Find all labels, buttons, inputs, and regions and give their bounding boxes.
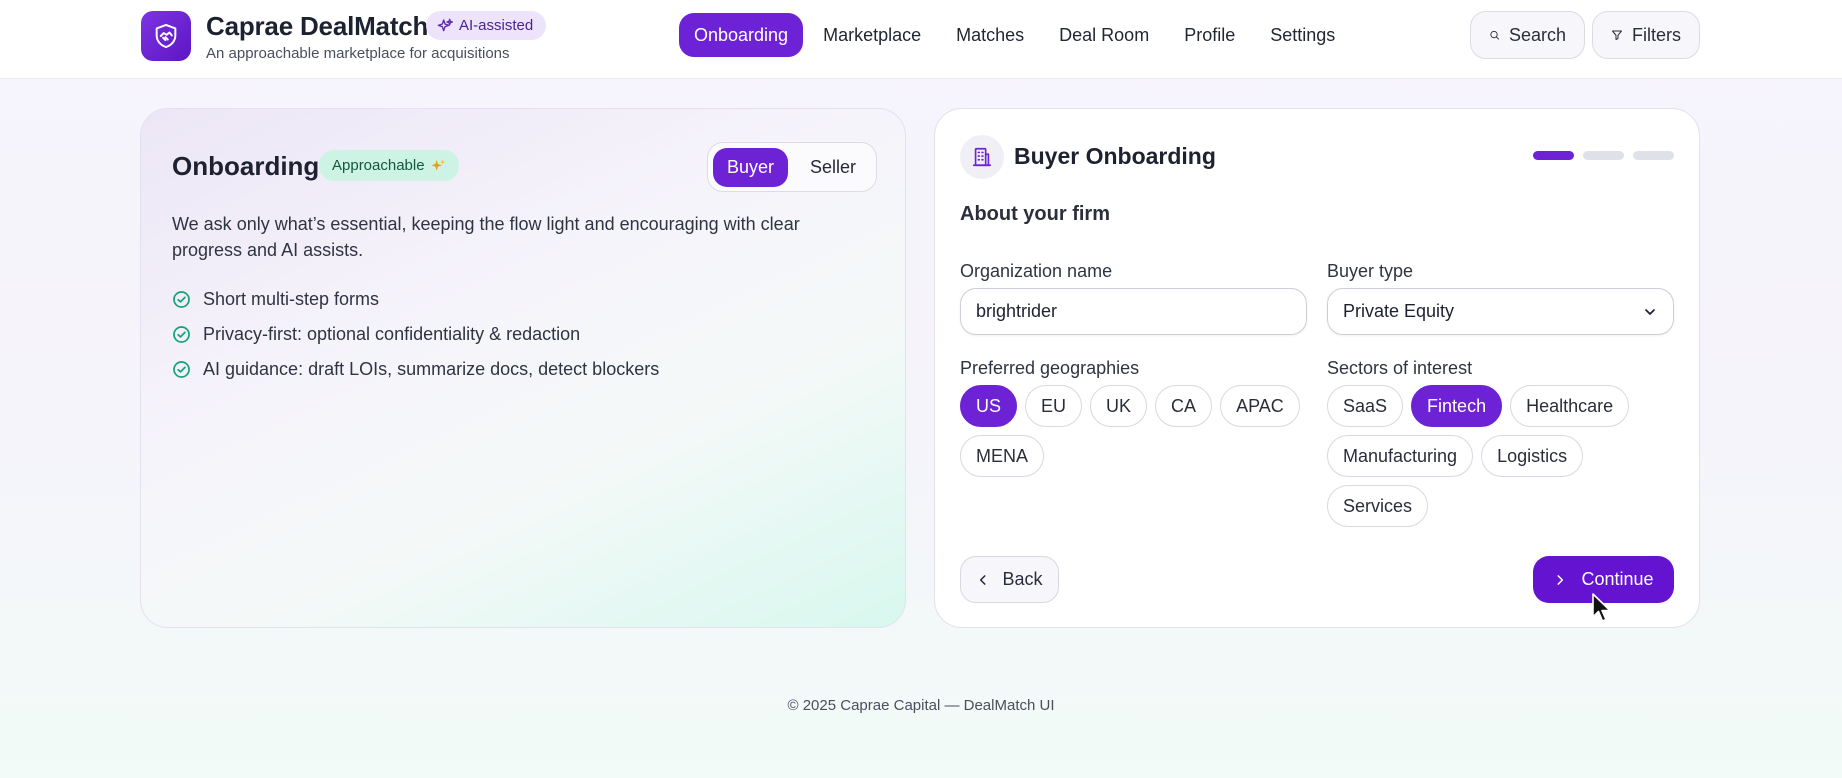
footer: © 2025 Caprae Capital — DealMatch UI (787, 697, 1055, 714)
step-indicator-2 (1583, 151, 1624, 160)
app-logo[interactable] (141, 11, 191, 61)
back-button[interactable]: Back (960, 556, 1059, 603)
check-circle-icon (173, 291, 190, 308)
nav-deal-room[interactable]: Deal Room (1044, 13, 1164, 57)
feature-text: Short multi-step forms (203, 289, 380, 309)
geo-chip-ca[interactable]: CA (1155, 385, 1213, 427)
nav-onboarding[interactable]: Onboarding (679, 13, 804, 57)
handshake-shield-icon (155, 23, 177, 49)
intro-description: We ask only what’s essential, keeping th… (172, 214, 800, 260)
sparkles-icon (437, 18, 453, 31)
filters-label: Filters (1632, 24, 1681, 45)
list-item: AI guidance: draft LOIs, summarize docs,… (172, 352, 659, 387)
ai-assisted-badge: AI-assisted (426, 11, 547, 40)
check-circle-icon (173, 326, 190, 343)
nav-profile[interactable]: Profile (1169, 13, 1250, 57)
role-buyer-button[interactable]: Buyer (713, 148, 788, 187)
sector-chip-manufacturing[interactable]: Manufacturing (1327, 435, 1474, 477)
sector-chip-fintech[interactable]: Fintech (1411, 385, 1503, 427)
main-nav: Onboarding Marketplace Matches Deal Room… (679, 13, 1355, 57)
buyer-onboarding-form: Buyer Onboarding About your firm Organiz… (934, 108, 1700, 628)
brand-title: Caprae DealMatch (206, 11, 429, 41)
nav-settings[interactable]: Settings (1255, 13, 1350, 57)
step-indicator-1 (1533, 151, 1574, 160)
brand-subtitle: An approachable marketplace for acquisit… (206, 45, 510, 62)
geography-chips: US EU UK CA APAC MENA (960, 385, 1310, 477)
filters-button[interactable]: Filters (1592, 11, 1700, 59)
feature-list: Short multi-step forms Privacy-first: op… (172, 282, 659, 387)
form-title: Buyer Onboarding (1014, 143, 1216, 169)
feature-text: Privacy-first: optional confidentiality … (203, 324, 581, 344)
chevron-left-icon (980, 574, 986, 585)
geo-chip-mena[interactable]: MENA (960, 435, 1045, 477)
filter-icon (1612, 30, 1622, 40)
nav-matches[interactable]: Matches (941, 13, 1039, 57)
sectors-label: Sectors of interest (1327, 358, 1473, 378)
list-item: Short multi-step forms (172, 282, 659, 317)
sector-chip-healthcare[interactable]: Healthcare (1510, 385, 1630, 427)
step-progress (1533, 151, 1674, 160)
top-header: Caprae DealMatch An approachable marketp… (0, 0, 1842, 79)
step-indicator-3 (1633, 151, 1674, 160)
check-circle-icon (173, 361, 190, 378)
approachable-badge-label: Approachable (332, 157, 425, 174)
nav-marketplace[interactable]: Marketplace (808, 13, 936, 57)
search-icon (1490, 30, 1500, 40)
feature-text: AI guidance: draft LOIs, summarize docs,… (203, 359, 660, 379)
sector-chip-saas[interactable]: SaaS (1327, 385, 1404, 427)
org-name-input[interactable] (960, 288, 1307, 335)
sector-chip-services[interactable]: Services (1327, 485, 1429, 527)
sector-chips: SaaS Fintech Healthcare Manufacturing Lo… (1327, 385, 1677, 527)
role-seller-button[interactable]: Seller (794, 148, 872, 187)
buyer-type-value: Private Equity (1343, 301, 1455, 321)
intro-title: Onboarding (172, 151, 320, 181)
approachable-badge: Approachable (319, 150, 459, 181)
back-label: Back (1002, 569, 1043, 589)
chevron-right-icon (1557, 574, 1564, 585)
section-title: About your firm (960, 203, 1110, 225)
continue-label: Continue (1581, 569, 1654, 589)
search-label: Search (1508, 24, 1566, 45)
list-item: Privacy-first: optional confidentiality … (172, 317, 659, 352)
geo-chip-eu[interactable]: EU (1025, 385, 1083, 427)
building-icon (972, 147, 992, 167)
geo-chip-us[interactable]: US (960, 385, 1018, 427)
geo-chip-apac[interactable]: APAC (1220, 385, 1300, 427)
org-name-label: Organization name (960, 261, 1113, 281)
chevron-down-icon (1645, 308, 1655, 315)
role-toggle: Buyer Seller (707, 142, 877, 192)
geo-chip-uk[interactable]: UK (1090, 385, 1148, 427)
sparkles-icon (430, 158, 445, 171)
ai-badge-label: AI-assisted (459, 17, 534, 34)
onboarding-intro-card: Onboarding Approachable Buyer Seller We … (140, 108, 906, 628)
buyer-type-select[interactable]: Private Equity (1327, 288, 1674, 335)
building-icon-wrap (960, 135, 1004, 179)
search-button[interactable]: Search (1470, 11, 1585, 59)
buyer-type-label: Buyer type (1327, 261, 1414, 281)
geographies-label: Preferred geographies (960, 358, 1140, 378)
mouse-cursor-icon (1592, 593, 1611, 622)
sector-chip-logistics[interactable]: Logistics (1481, 435, 1584, 477)
